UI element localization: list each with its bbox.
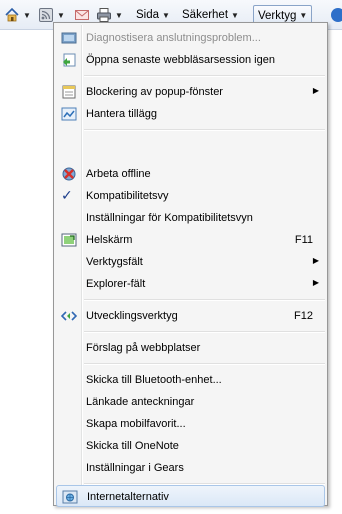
menu-item-label: Skicka till OneNote [86, 440, 179, 452]
submenu-arrow-icon: ▶ [312, 278, 319, 287]
menu-item-compat-view[interactable]: ✓ Kompatibilitetsvy [56, 185, 325, 207]
menu-item-gears-settings[interactable]: Inställningar i Gears [56, 457, 325, 479]
page-menu-label: Sida [136, 9, 160, 21]
feeds-icon [38, 7, 54, 23]
menu-item-send-bluetooth[interactable]: Skicka till Bluetooth-enhet... [56, 369, 325, 391]
menu-item-label: Diagnostisera anslutningsproblem... [86, 32, 261, 44]
feeds-dropdown-icon[interactable]: ▼ [57, 11, 65, 20]
menu-item-reopen-session[interactable]: Öppna senaste webbläsarsession igen [56, 49, 325, 71]
menu-item-label: Skapa mobilfavorit... [86, 418, 186, 430]
menu-item-internet-options[interactable]: Internetalternativ [56, 485, 325, 507]
menu-item-label: Inställningar för Kompatibilitetsvyn [86, 212, 253, 224]
chevron-down-icon: ▼ [299, 11, 308, 20]
fullscreen-icon [61, 232, 77, 248]
shortcut-label: F12 [294, 310, 313, 322]
dev-tools-icon [60, 308, 78, 324]
work-offline-icon [61, 166, 77, 182]
menu-separator [84, 363, 325, 365]
menu-item-mobile-favorite[interactable]: Skapa mobilfavorit... [56, 413, 325, 435]
menu-item-label: Öppna senaste webbläsarsession igen [86, 54, 275, 66]
menu-item-linked-notes[interactable]: Länkade anteckningar [56, 391, 325, 413]
menu-separator [84, 299, 325, 301]
home-dropdown-icon[interactable]: ▼ [23, 11, 31, 20]
menu-item-suggested-sites[interactable]: Förslag på webbplatser [56, 337, 325, 359]
menu-item-label: Hantera tillägg [86, 108, 157, 120]
tools-menu: Diagnostisera anslutningsproblem... Öppn… [53, 22, 328, 507]
print-dropdown-icon[interactable]: ▼ [115, 11, 123, 20]
menu-item-label: Utvecklingsverktyg [86, 310, 178, 322]
home-button[interactable]: ▼ [4, 5, 31, 25]
checkmark-icon: ✓ [61, 187, 73, 203]
menu-item-toolbars[interactable]: Verktygsfält ▶ [56, 251, 325, 273]
menu-item-explorer-bars[interactable]: Explorer-fält ▶ [56, 273, 325, 295]
menu-item-popup-blocker[interactable]: Blockering av popup-fönster ▶ [56, 81, 325, 103]
diagnose-icon [61, 30, 77, 46]
menu-separator [84, 331, 325, 333]
menu-item-fullscreen[interactable]: Helskärm F11 [56, 229, 325, 251]
mail-icon [74, 7, 90, 23]
help-icon [330, 7, 342, 23]
popup-blocker-icon [61, 84, 77, 100]
menu-item-compat-settings[interactable]: Inställningar för Kompatibilitetsvyn [56, 207, 325, 229]
submenu-arrow-icon: ▶ [312, 256, 319, 265]
menu-separator [84, 75, 325, 77]
menu-item-label: Skicka till Bluetooth-enhet... [86, 374, 222, 386]
menu-item-label: Arbeta offline [86, 168, 151, 180]
menu-item-send-onenote[interactable]: Skicka till OneNote [56, 435, 325, 457]
safety-menu-label: Säkerhet [182, 9, 229, 21]
shortcut-label: F11 [294, 234, 313, 246]
menu-item-label: Blockering av popup-fönster [86, 86, 223, 98]
submenu-arrow-icon: ▶ [312, 86, 319, 95]
reopen-session-icon [61, 52, 77, 68]
manage-addons-icon [61, 106, 77, 122]
menu-item-label: Inställningar i Gears [86, 462, 184, 474]
menu-item-label: Kompatibilitetsvy [86, 190, 169, 202]
menu-item-label: Verktygsfält [86, 256, 143, 268]
menu-item-label: Internetalternativ [87, 491, 169, 503]
tools-menu-label: Verktyg [258, 9, 297, 22]
menu-item-manage-addons[interactable]: Hantera tillägg [56, 103, 325, 125]
menu-item-dev-tools[interactable]: Utvecklingsverktyg F12 [56, 305, 325, 327]
menu-item-label: Förslag på webbplatser [86, 342, 201, 354]
chevron-down-icon: ▼ [162, 10, 170, 20]
chevron-down-icon: ▼ [231, 10, 239, 20]
menu-separator [84, 129, 325, 131]
menu-item-label: Explorer-fält [86, 278, 146, 290]
help-button[interactable] [330, 5, 342, 25]
menu-item-diagnose: Diagnostisera anslutningsproblem... [56, 27, 325, 49]
menu-item-work-offline[interactable]: Arbeta offline [56, 163, 325, 185]
home-icon [4, 7, 20, 23]
internet-options-icon [62, 489, 78, 505]
menu-item-label: Helskärm [86, 234, 133, 246]
printer-icon [96, 7, 112, 23]
menu-item-label: Länkade anteckningar [86, 396, 195, 408]
